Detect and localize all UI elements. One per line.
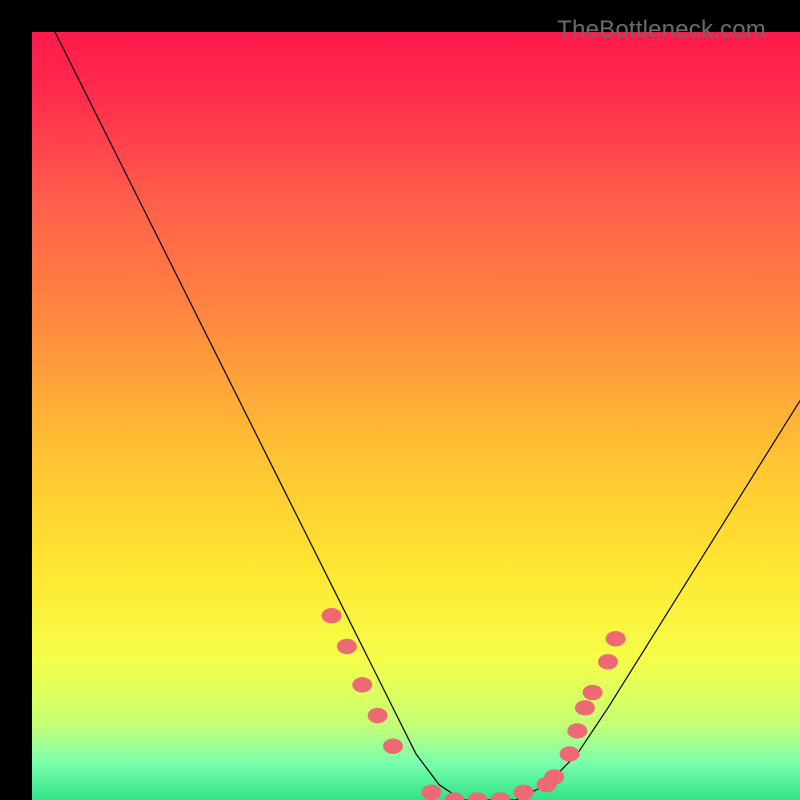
chart-frame: TheBottleneck.com <box>16 16 784 784</box>
bottleneck-chart <box>32 32 800 800</box>
marker-dot <box>368 708 388 723</box>
marker-dot <box>544 769 564 784</box>
gradient-background <box>32 32 800 800</box>
watermark-text: TheBottleneck.com <box>557 16 766 44</box>
marker-dot <box>598 654 618 669</box>
marker-dot <box>514 785 534 800</box>
marker-dot <box>352 677 372 692</box>
marker-dot <box>583 685 603 700</box>
marker-dot <box>337 639 357 654</box>
marker-dot <box>575 700 595 715</box>
marker-dot <box>560 746 580 761</box>
marker-dot <box>383 739 403 754</box>
marker-dot <box>606 631 626 646</box>
marker-dot <box>322 608 342 623</box>
marker-dot <box>421 785 441 800</box>
marker-dot <box>567 723 587 738</box>
